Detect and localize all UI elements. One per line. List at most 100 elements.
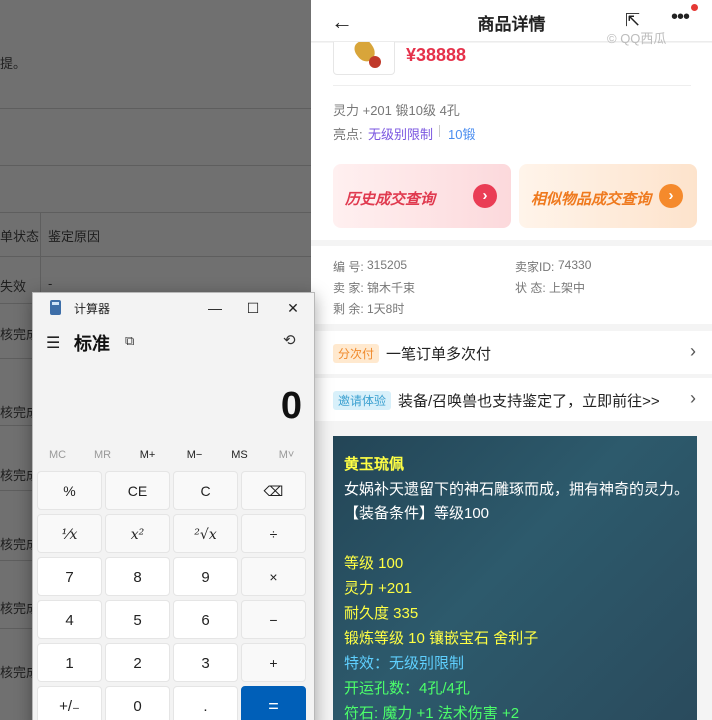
highlight-tag: 无级别限制 (368, 127, 434, 142)
digit-3-key[interactable]: 3 (173, 643, 238, 682)
divider (333, 85, 691, 86)
installment-text: 一笔订单多次付 (386, 346, 492, 363)
square-root-key[interactable]: ²√x (173, 514, 238, 553)
decimal-key[interactable]: . (173, 686, 238, 720)
digit-6-key[interactable]: 6 (173, 600, 238, 639)
item-description-panel: 黄玉琉佩 女娲补天遗留下的神石雕琢而成，拥有神奇的灵力。 【装备条件】等级100… (333, 436, 697, 720)
item-name: 黄玉琉佩 (344, 456, 405, 473)
trade-info-card: 编 号: 315205 卖家ID: 74330 卖 家: 锦木千束 状 态: 上… (311, 246, 712, 324)
id-label: 编 号: (333, 260, 364, 274)
calculator-app-icon (50, 300, 61, 315)
history-trade-query-button[interactable]: 历史成交查询 › (333, 164, 511, 228)
watermark: © QQ西瓜 (607, 31, 667, 46)
installment-tag: 分次付 (333, 344, 380, 363)
notification-dot (691, 4, 698, 11)
highlights-label: 亮点: (333, 127, 363, 142)
digit-7-key[interactable]: 7 (37, 557, 102, 596)
invite-tag: 邀请体验 (333, 391, 392, 410)
percent-key[interactable]: % (37, 471, 102, 510)
equals-key[interactable]: = (241, 686, 306, 720)
product-detail-panel: ¥38888 灵力 +201 锻10级 4孔 亮点: 无级别限制 10锻 历史成… (311, 0, 712, 720)
minimize-button[interactable]: — (203, 297, 227, 319)
plus-key[interactable]: + (241, 643, 306, 682)
invite-text: 装备/召唤兽也支持鉴定了，立即前往>> (398, 393, 660, 410)
product-summary-card: ¥38888 灵力 +201 锻10级 4孔 亮点: 无级别限制 10锻 历史成… (311, 33, 712, 240)
backspace-key[interactable]: ⌫ (241, 471, 306, 510)
divider (439, 125, 440, 137)
item-image-gem (369, 56, 381, 68)
divide-key[interactable]: ÷ (241, 514, 306, 553)
digit-9-key[interactable]: 9 (173, 557, 238, 596)
id-value: 315205 (367, 258, 408, 272)
bg-row-dash: - (48, 276, 53, 291)
seller-value: 锦木千束 (367, 281, 416, 295)
bg-row-first: 失效 (0, 279, 27, 294)
item-level: 等级 100 (344, 555, 404, 572)
calculator-titlebar[interactable]: 计算器 — ☐ ✕ (33, 293, 314, 323)
bg-divider (0, 212, 311, 213)
square-key[interactable]: x² (105, 514, 170, 553)
maximize-button[interactable]: ☐ (241, 297, 265, 319)
bg-col-reason: 鉴定原因 (48, 229, 101, 244)
remaining-value: 1天8时 (367, 302, 405, 316)
item-requirement: 【装备条件】等级100 (344, 505, 490, 522)
memory-list-button[interactable]: M˅ (264, 449, 309, 461)
calculator-mode-title: 标准 (74, 334, 110, 354)
highlight-tag: 10锻 (448, 127, 476, 142)
remaining-label: 剩 余: (333, 302, 364, 316)
minus-key[interactable]: − (241, 600, 306, 639)
similar-item-query-button[interactable]: 相似物品成交查询 › (519, 164, 697, 228)
product-price: ¥38888 (406, 45, 467, 65)
bg-divider (0, 165, 311, 166)
item-holes: 开运孔数：4孔/4孔 (344, 680, 470, 697)
similar-item-query-label: 相似物品成交查询 (531, 191, 652, 208)
memory-clear-button[interactable]: MC (35, 449, 80, 461)
item-durability: 耐久度 335 (344, 605, 419, 622)
chevron-right-icon: › (690, 341, 696, 361)
calculator-window[interactable]: 计算器 — ☐ ✕ ☰ 标准 ⧉ ⟲ 0 MC MR M+ M− MS M˅ %… (32, 292, 315, 720)
close-button[interactable]: ✕ (281, 297, 305, 319)
more-dots-icon[interactable]: ••• (671, 6, 690, 29)
calculator-display: 0 (280, 385, 302, 427)
clear-key[interactable]: C (173, 471, 238, 510)
digit-2-key[interactable]: 2 (105, 643, 170, 682)
item-lore: 女娲补天遗留下的神石雕琢而成，拥有神奇的灵力。 (344, 481, 690, 498)
memory-store-button[interactable]: MS (217, 449, 262, 461)
installment-payment-row[interactable]: 分次付 一笔订单多次付 › (311, 331, 712, 374)
item-spirit: 灵力 +201 (344, 580, 412, 597)
digit-4-key[interactable]: 4 (37, 600, 102, 639)
seller-label: 卖 家: (333, 281, 364, 295)
reciprocal-key[interactable]: ⅟x (37, 514, 102, 553)
clear-entry-key[interactable]: CE (105, 471, 170, 510)
seller-id-label: 卖家ID: (515, 260, 555, 274)
chevron-right-icon: › (690, 388, 696, 408)
status-value: 上架中 (549, 281, 586, 295)
history-trade-query-label: 历史成交查询 (345, 191, 436, 208)
bg-divider (0, 108, 311, 109)
chevron-right-icon: › (659, 184, 683, 208)
memory-add-button[interactable]: M+ (125, 449, 170, 461)
memory-recall-button[interactable]: MR (80, 449, 125, 461)
digit-8-key[interactable]: 8 (105, 557, 170, 596)
digit-1-key[interactable]: 1 (37, 643, 102, 682)
digit-5-key[interactable]: 5 (105, 600, 170, 639)
item-special-effect: 特效：无级别限制 (344, 655, 465, 672)
multiply-key[interactable]: × (241, 557, 306, 596)
window-title: 计算器 (74, 302, 111, 316)
history-icon[interactable]: ⟲ (283, 331, 296, 349)
item-forge: 锻炼等级 10 镶嵌宝石 舍利子 (344, 630, 539, 647)
keep-on-top-icon[interactable]: ⧉ (125, 333, 134, 349)
status-label: 状 态: (515, 281, 546, 295)
memory-subtract-button[interactable]: M− (172, 449, 217, 461)
item-rune: 符石: 魔力 +1 法术伤害 +2 (344, 705, 520, 720)
product-attributes: 灵力 +201 锻10级 4孔 (333, 103, 460, 118)
square-root-key-label: ²√x (194, 527, 217, 543)
digit-0-key[interactable]: 0 (105, 686, 170, 720)
square-key-label: x² (130, 527, 145, 543)
negate-key[interactable]: +/₋ (37, 686, 102, 720)
seller-id-value: 74330 (558, 258, 592, 272)
menu-icon[interactable]: ☰ (46, 333, 60, 353)
chevron-right-icon: › (473, 184, 497, 208)
invite-appraisal-row[interactable]: 邀请体验 装备/召唤兽也支持鉴定了，立即前往>> › (311, 378, 712, 421)
bg-hint-text: 提。 (0, 56, 27, 71)
